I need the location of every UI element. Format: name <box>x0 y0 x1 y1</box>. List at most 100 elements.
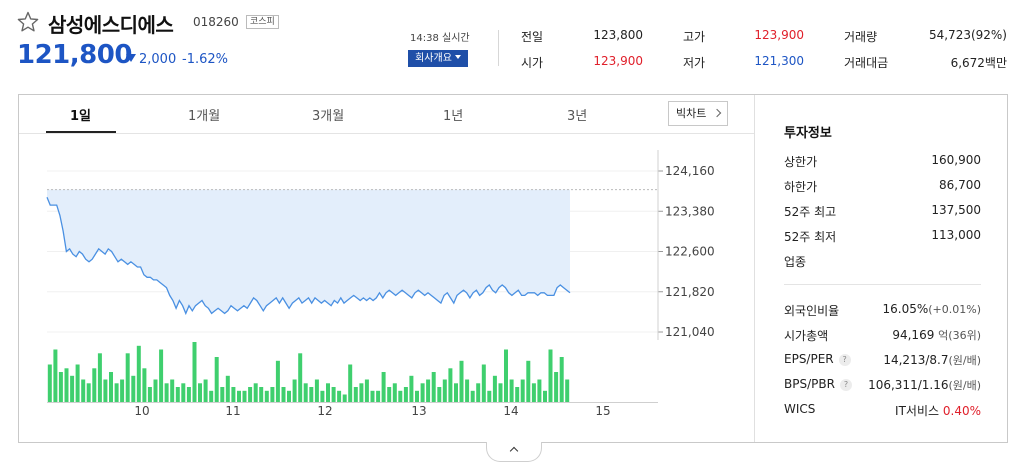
volume-bar <box>498 383 503 403</box>
volume-bar <box>465 379 470 402</box>
chevron-up-icon <box>509 446 519 456</box>
market-cap-value: 94,169 억(36위) <box>892 327 981 343</box>
bps-pbr: 106,311/1.16 <box>868 378 949 392</box>
volume-bar <box>58 372 63 402</box>
volume-bar <box>559 357 564 402</box>
volume-bar <box>481 364 486 402</box>
bps-pbr-unit: (원/배) <box>948 379 981 392</box>
collapse-handle[interactable] <box>486 442 542 462</box>
y-tick-label: 121,040 <box>665 325 715 339</box>
eps-per-unit: (원/배) <box>948 354 981 367</box>
volume-bar <box>554 372 559 402</box>
section-divider <box>784 284 981 285</box>
volume-bar <box>403 387 408 402</box>
y-tick-label: 121,820 <box>665 285 715 299</box>
volume-bar <box>492 375 497 403</box>
volume-bar <box>248 387 253 402</box>
wics-label: WICS <box>784 402 816 416</box>
wics-sector[interactable]: IT서비스 <box>895 404 939 418</box>
volume-label: 거래량 <box>844 30 878 44</box>
volume-bar <box>270 387 275 402</box>
volume-bar <box>487 390 492 403</box>
y-tick-label: 122,600 <box>665 245 715 259</box>
volume-bar <box>459 360 464 403</box>
amount-value: 6,672백만 <box>950 56 1007 70</box>
volume-bar <box>531 383 536 403</box>
volume-bar <box>53 349 58 402</box>
volume-bar <box>170 379 175 402</box>
foreign-ratio-value: 16.05%(+0.01%) <box>882 302 981 316</box>
volume-bar <box>298 353 303 403</box>
help-icon[interactable]: ? <box>839 379 852 391</box>
low-52w-label: 52주 최저 <box>784 230 837 244</box>
volume-bar <box>314 379 319 402</box>
volume-bar <box>337 390 342 403</box>
volume-bar <box>437 387 442 402</box>
volume-bar <box>376 390 381 403</box>
eps-per-value: 14,213/8.7(원/배) <box>883 352 981 368</box>
volume-bar <box>381 372 386 402</box>
foreign-ratio-change: (+0.01%) <box>928 303 981 316</box>
volume-bar <box>537 379 542 402</box>
volume-bar <box>543 390 547 403</box>
volume-bar <box>364 379 369 402</box>
volume-bar <box>281 387 286 402</box>
price-area <box>47 189 570 314</box>
volume-bar <box>420 383 425 403</box>
volume-bar <box>225 375 230 403</box>
wics-value: IT서비스 0.40% <box>895 402 981 419</box>
high-52w-label: 52주 최고 <box>784 205 837 219</box>
invest-info-title: 투자정보 <box>784 126 832 141</box>
volume-bar <box>125 353 130 403</box>
x-tick-label: 14 <box>503 404 518 418</box>
volume-bar <box>387 387 392 402</box>
volume-bar <box>476 383 481 403</box>
volume-bar <box>409 375 414 403</box>
volume-bar <box>309 387 314 402</box>
volume-bar <box>103 379 108 402</box>
x-tick-label: 13 <box>411 404 426 418</box>
volume-bar <box>214 357 219 402</box>
volume-bar <box>326 383 330 403</box>
volume-bar <box>426 379 431 402</box>
volume-bar <box>331 387 336 402</box>
volume-bar <box>370 390 375 403</box>
volume-bar <box>159 349 164 402</box>
volume-bar <box>175 387 180 402</box>
upper-limit-value: 160,900 <box>931 153 981 167</box>
volume-bar <box>109 372 113 402</box>
volume-bar <box>147 387 152 402</box>
volume-bar <box>526 360 531 403</box>
volume-bar <box>275 360 280 403</box>
y-tick-label: 124,160 <box>665 164 715 178</box>
volume-bar <box>253 383 258 403</box>
volume-bar <box>515 387 520 402</box>
help-icon[interactable]: ? <box>838 354 851 366</box>
bps-pbr-value: 106,311/1.16(원/배) <box>868 377 981 393</box>
volume-bar <box>142 368 147 403</box>
volume-bar <box>97 353 102 403</box>
volume-bar <box>548 349 553 402</box>
lower-limit-label: 하한가 <box>784 180 818 194</box>
price-chart: 124,160 123,380 122,600 121,820 121,040 10 11… <box>46 150 715 418</box>
volume-bar <box>442 379 447 402</box>
volume-bar <box>114 383 119 403</box>
market-cap-rank: 억(36위) <box>938 329 981 342</box>
market-cap-label: 시가총액 <box>784 329 829 343</box>
y-tick-label: 123,380 <box>665 204 715 218</box>
x-tick-label: 10 <box>134 404 149 418</box>
volume-bar <box>470 390 475 403</box>
foreign-ratio: 16.05% <box>882 302 929 316</box>
volume-bar <box>342 394 347 402</box>
volume-bar <box>292 379 297 402</box>
market-cap: 94,169 <box>892 328 935 342</box>
x-tick-label: 15 <box>595 404 610 418</box>
volume-value: 54,723(92%) <box>928 28 1007 42</box>
volume-bar <box>209 390 214 403</box>
volume-bar <box>198 383 202 403</box>
volume-bar <box>242 390 247 403</box>
volume-bar <box>181 383 186 403</box>
volume-bar <box>192 342 197 402</box>
volume-bar <box>120 379 125 402</box>
volume-bar <box>164 383 169 403</box>
